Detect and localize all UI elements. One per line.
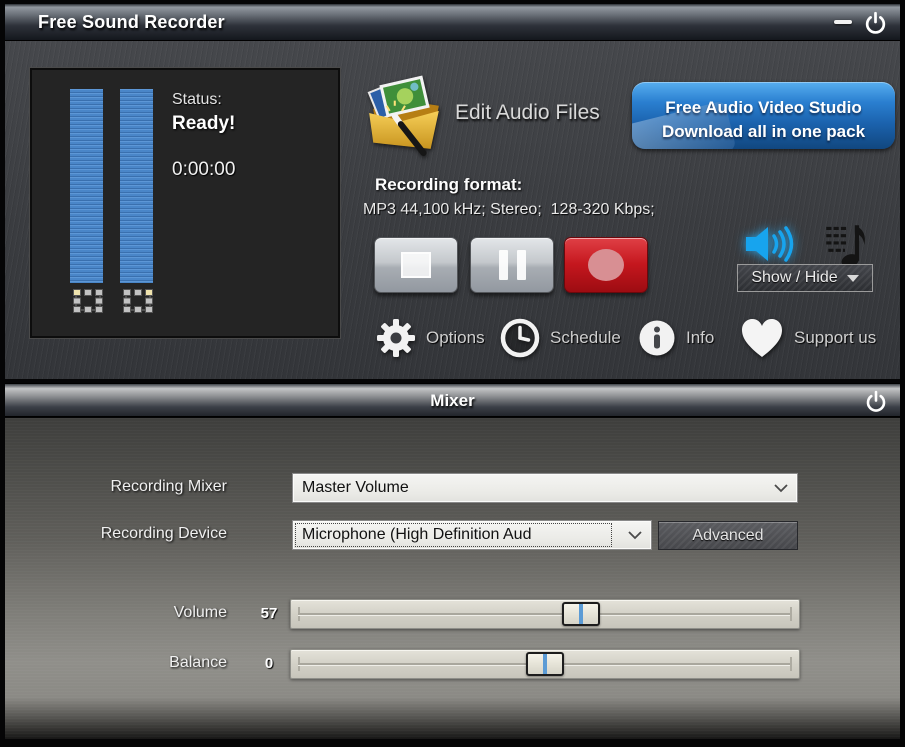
recording-device-label: Recording Device xyxy=(60,525,227,543)
clock-icon xyxy=(499,317,541,359)
info-icon xyxy=(637,318,677,358)
folder-wand-icon[interactable] xyxy=(363,74,445,156)
stop-button[interactable] xyxy=(374,237,458,293)
music-notes-icon[interactable] xyxy=(822,219,868,269)
volume-slider[interactable] xyxy=(290,599,800,629)
options-button[interactable]: Options xyxy=(375,316,485,360)
selection-handles-icon xyxy=(73,289,103,313)
chevron-down-icon xyxy=(774,484,788,493)
recording-mixer-label: Recording Mixer xyxy=(60,478,227,496)
volume-slider-thumb[interactable] xyxy=(562,602,600,626)
schedule-label: Schedule xyxy=(550,328,621,348)
vu-bar-left xyxy=(70,89,103,283)
volume-label: Volume xyxy=(60,604,227,622)
stop-icon xyxy=(401,252,431,278)
elapsed-time: 0:00:00 xyxy=(172,159,235,181)
recording-device-dropdown[interactable]: Microphone (High Definition Aud xyxy=(292,520,652,550)
balance-label: Balance xyxy=(60,654,227,672)
mixer-power-button[interactable] xyxy=(864,389,888,417)
pause-button[interactable] xyxy=(470,237,554,293)
main-titlebar[interactable]: Free Sound Recorder xyxy=(5,4,900,41)
show-hide-label: Show / Hide xyxy=(751,269,837,287)
mixer-title: Mixer xyxy=(5,391,900,411)
selection-handles-icon xyxy=(123,289,153,313)
window-title: Free Sound Recorder xyxy=(38,12,225,33)
chevron-down-icon xyxy=(628,531,642,540)
recording-mixer-value: Master Volume xyxy=(302,479,409,497)
chevron-down-icon xyxy=(847,275,859,282)
schedule-button[interactable]: Schedule xyxy=(499,316,621,360)
power-icon xyxy=(863,10,888,36)
recording-format-value: MP3 44,100 kHz; Stereo; 128-320 Kbps; xyxy=(363,201,655,219)
promo-line1: Free Audio Video Studio xyxy=(632,96,895,120)
options-label: Options xyxy=(426,328,485,348)
recording-mixer-dropdown[interactable]: Master Volume xyxy=(292,473,798,503)
speaker-icon[interactable] xyxy=(744,222,796,266)
balance-value: 0 xyxy=(252,655,286,672)
vu-meter-display: Status: Ready! 0:00:00 xyxy=(30,68,340,338)
slider-groove xyxy=(298,613,792,616)
record-icon xyxy=(588,249,624,281)
recorder-panel: Status: Ready! 0:00:00 xyxy=(5,41,900,379)
app-window: Free Sound Recorder xyxy=(0,0,905,747)
minimize-button[interactable] xyxy=(834,20,852,24)
focus-rectangle xyxy=(296,524,611,546)
volume-value: 57 xyxy=(252,605,286,622)
support-us-label: Support us xyxy=(794,328,876,348)
gear-icon xyxy=(375,318,417,358)
minimize-icon xyxy=(834,20,852,24)
heart-icon xyxy=(739,317,785,359)
mixer-panel: Recording Mixer Master Volume Recording … xyxy=(5,418,900,739)
free-studio-promo-button[interactable]: Free Audio Video Studio Download all in … xyxy=(632,82,895,149)
pause-icon xyxy=(499,250,526,280)
advanced-button[interactable]: Advanced xyxy=(658,521,798,550)
status-value: Ready! xyxy=(172,113,235,135)
balance-slider-thumb[interactable] xyxy=(526,652,564,676)
recording-format-label: Recording format: xyxy=(375,175,522,195)
edit-audio-files-link[interactable]: Edit Audio Files xyxy=(455,101,600,125)
balance-slider[interactable] xyxy=(290,649,800,679)
power-icon xyxy=(864,389,888,414)
vu-bar-right xyxy=(120,89,153,283)
promo-line2: Download all in one pack xyxy=(632,120,895,144)
record-button[interactable] xyxy=(564,237,648,293)
close-button[interactable] xyxy=(863,10,888,39)
info-label: Info xyxy=(686,328,714,348)
status-label: Status: xyxy=(172,91,235,109)
support-us-button[interactable]: Support us xyxy=(739,316,876,360)
show-hide-button[interactable]: Show / Hide xyxy=(737,264,873,292)
mixer-titlebar: Mixer xyxy=(5,383,900,417)
info-button[interactable]: Info xyxy=(637,316,714,360)
